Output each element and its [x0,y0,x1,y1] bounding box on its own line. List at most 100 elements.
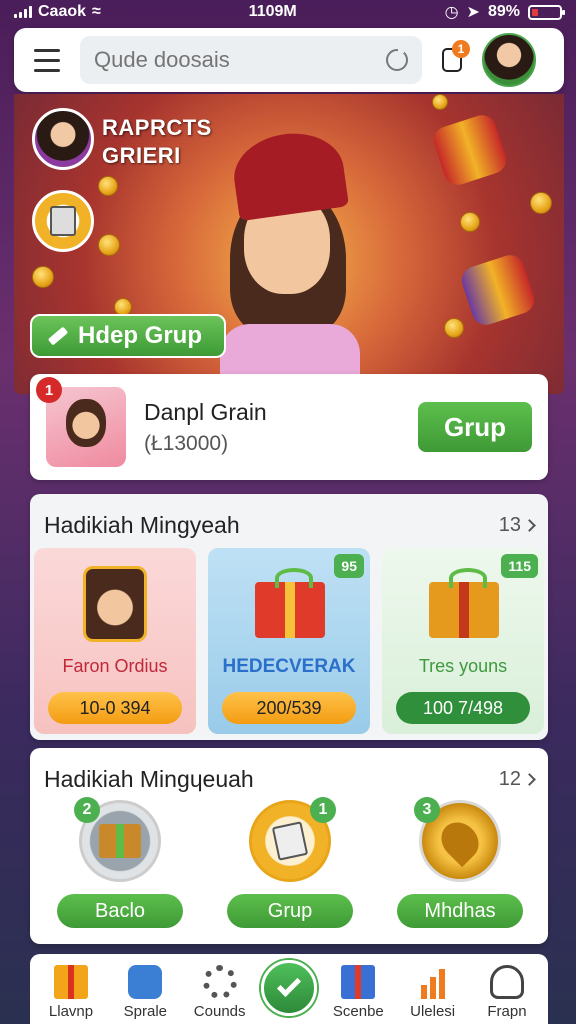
hero-cta-button[interactable]: Hdep Grup [30,314,226,358]
menu-icon[interactable] [26,40,68,80]
hero-character-illustration [204,126,374,394]
voucher-badge-icon[interactable] [32,190,94,252]
section-count: 12 [498,768,521,790]
reward-card-list: Faron Ordius 10-0 394 95 HEDECVERAK 200/… [30,548,544,734]
hero-title-line2: GRIERI [102,143,181,168]
reward-card[interactable]: Faron Ordius 10-0 394 [34,548,196,734]
hero-banner[interactable]: RAPRCTS GRIERI Hdep Grup [14,94,564,394]
nav-label: Llavnp [48,1003,94,1020]
bottom-nav: Llavnp Sprale Counds Scenbe Ulelesi Frap… [30,954,548,1024]
search-input[interactable] [94,47,364,73]
location-icon: ➤ [466,4,480,21]
round-button[interactable]: Mhdhas [397,894,523,928]
hero-avatar[interactable] [32,108,94,170]
gift-drum-icon [430,111,510,189]
deal-card[interactable]: 1 Danpl Grain (Ł13000) Grup [30,374,548,480]
card-value: 100 7/498 [396,692,530,724]
nav-item-counds[interactable]: Counds [187,965,253,1020]
reward-card[interactable]: 95 HEDECVERAK 200/539 [208,548,370,734]
refresh-icon[interactable] [386,47,408,71]
nav-item-sprale[interactable]: Sprale [112,965,178,1020]
notification-badge: 1 [452,40,470,58]
deal-info: Danpl Grain (Ł13000) [144,399,418,456]
hero-title-line1: RAPRCTS [102,115,212,140]
user-icon [489,965,524,999]
voucher-icon: 1 [249,797,336,882]
hero-title: RAPRCTS GRIERI [102,114,212,170]
round-button[interactable]: Baclo [57,894,183,928]
rewards-section-2: Hadikiah Mingɥeuah 12 2 Baclo 1 Grup 3 M… [30,748,548,944]
reward-card[interactable]: 115 Tres youns 100 7/498 [382,548,544,734]
round-reward-item[interactable]: 2 Baclo [56,797,184,928]
round-reward-item[interactable]: 1 Grup [226,797,354,928]
nav-item-frapn[interactable]: Frapn [474,965,540,1020]
deal-badge: 1 [36,377,62,403]
section-see-all[interactable]: 12 [498,768,536,791]
check-icon [276,972,302,998]
gift-icon [54,965,88,999]
deal-thumbnail: 1 [36,377,126,467]
hero-cta-label: Hdep Grup [78,322,202,349]
coin-icon [98,234,120,256]
card-value: 200/539 [222,692,356,724]
round-number: 2 [74,797,100,823]
coin-icon [530,192,552,214]
present-icon [341,965,376,999]
deal-title: Danpl Grain [144,398,267,425]
nav-label: Frapn [487,1003,527,1020]
nav-label: Counds [193,1003,246,1020]
nav-label: Sprale [123,1003,167,1020]
round-reward-item[interactable]: 3 Mhdhas [396,797,524,928]
card-label: Faron Ordius [62,656,168,676]
bar-chart-icon [416,965,450,999]
profile-avatar[interactable] [482,33,536,87]
portrait-icon [65,562,165,648]
pencil-icon [47,326,69,346]
card-value: 10-0 394 [48,692,182,724]
status-right: ◷ ➤ 89% [444,2,565,22]
status-left: Caaok ≈ [14,3,101,21]
coin-icon [98,176,118,196]
round-number: 1 [310,797,336,823]
carrier-name: Caaok [38,3,87,20]
rewards-section-1: Hadikiah Mingyeah 13 Faron Ordius 10-0 3… [30,494,548,740]
alarm-icon: ◷ [444,4,459,21]
nav-item-ulelesi[interactable]: Ulelesi [400,965,466,1020]
gift-drum-icon [458,251,538,329]
card-label: Tres youns [418,656,508,676]
nav-center-action-button[interactable] [260,960,317,1016]
deal-price: (Ł13000) [144,431,229,455]
status-bar: Caaok ≈ 1109M ◷ ➤ 89% [0,0,576,24]
section-see-all[interactable]: 13 [498,514,536,537]
coin-icon [460,212,480,232]
nav-item-scenbe[interactable]: Scenbe [325,965,391,1020]
section-header: Hadikiah Mingyeah 13 [30,494,548,539]
round-reward-list: 2 Baclo 1 Grup 3 Mhdhas [56,797,524,928]
nav-item-llavnp[interactable]: Llavnp [38,965,104,1020]
round-number: 3 [414,797,440,823]
gift-box-icon [239,562,339,648]
chat-icon [128,965,163,999]
battery-icon [527,4,565,20]
nav-label: Scenbe [332,1003,384,1020]
chevron-right-icon [523,773,536,786]
battery-percent: 89% [487,3,520,20]
coin-icon [444,318,464,338]
coin-icon [32,266,54,288]
top-bar: 1 [14,28,564,92]
section-count: 13 [498,514,521,536]
round-button[interactable]: Grup [227,894,353,928]
wifi-icon: ≈ [92,3,101,20]
section-title: Hadikiah Mingɥeuah [44,766,254,792]
gear-icon [202,965,237,999]
deal-group-button[interactable]: Grup [418,402,532,452]
coin-icon [432,94,448,110]
signal-icon [14,6,32,18]
gold-leaf-icon: 3 [414,797,501,882]
notification-button[interactable]: 1 [434,40,470,80]
nav-label: Ulelesi [410,1003,456,1020]
status-time: 1109M [248,3,297,20]
section-header: Hadikiah Mingɥeuah 12 [30,748,548,793]
search-bar[interactable] [80,36,422,84]
card-label: HEDECVERAK [222,656,356,677]
